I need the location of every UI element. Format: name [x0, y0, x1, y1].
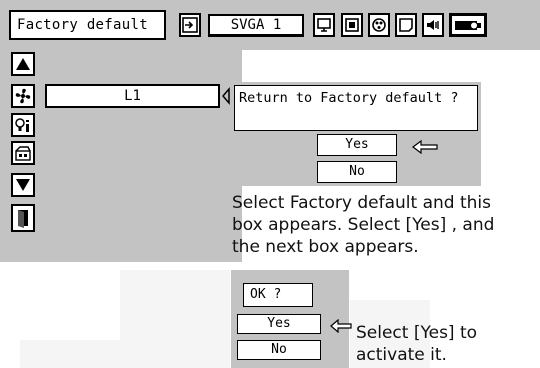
level-value-field[interactable]: L1: [45, 84, 220, 108]
description-line-2: box appears. Select [Yes] , and: [232, 215, 495, 235]
sound-icon[interactable]: [422, 13, 444, 37]
side-panel: [0, 50, 242, 262]
up-arrow-icon[interactable]: [11, 52, 35, 76]
projector-icon[interactable]: [449, 13, 487, 37]
confirm-question: Return to Factory default ?: [234, 85, 478, 131]
ok-question: OK ?: [243, 283, 313, 307]
exit-door-icon[interactable]: [11, 204, 35, 232]
confirm-yes-button[interactable]: Yes: [317, 134, 397, 156]
step2-description-line-1: Select [Yes] to: [356, 323, 478, 343]
confirm-no-button[interactable]: No: [317, 161, 397, 183]
description-line-1: Select Factory default and this: [232, 193, 491, 213]
pointer-arrow-icon: [330, 318, 352, 334]
fan-icon[interactable]: [11, 84, 35, 108]
ok-yes-button[interactable]: Yes: [237, 314, 321, 334]
image-size-icon[interactable]: [341, 13, 363, 37]
menu-title: Factory default: [9, 10, 166, 40]
down-arrow-icon[interactable]: [11, 173, 35, 197]
color-adjust-icon[interactable]: [368, 13, 390, 37]
background-shape: [20, 340, 120, 368]
ok-no-button[interactable]: No: [237, 340, 321, 360]
pointer-arrow-icon: [412, 139, 438, 155]
background-shape: [120, 270, 230, 368]
info-icon[interactable]: [11, 113, 35, 137]
screen-icon[interactable]: [313, 13, 335, 37]
setting-icon[interactable]: [395, 13, 417, 37]
factory-default-icon[interactable]: [11, 141, 35, 165]
step2-description-line-2: activate it.: [356, 345, 447, 365]
description-line-3: the next box appears.: [232, 237, 419, 257]
input-icon[interactable]: [179, 13, 201, 37]
input-source-label: SVGA 1: [208, 14, 304, 37]
